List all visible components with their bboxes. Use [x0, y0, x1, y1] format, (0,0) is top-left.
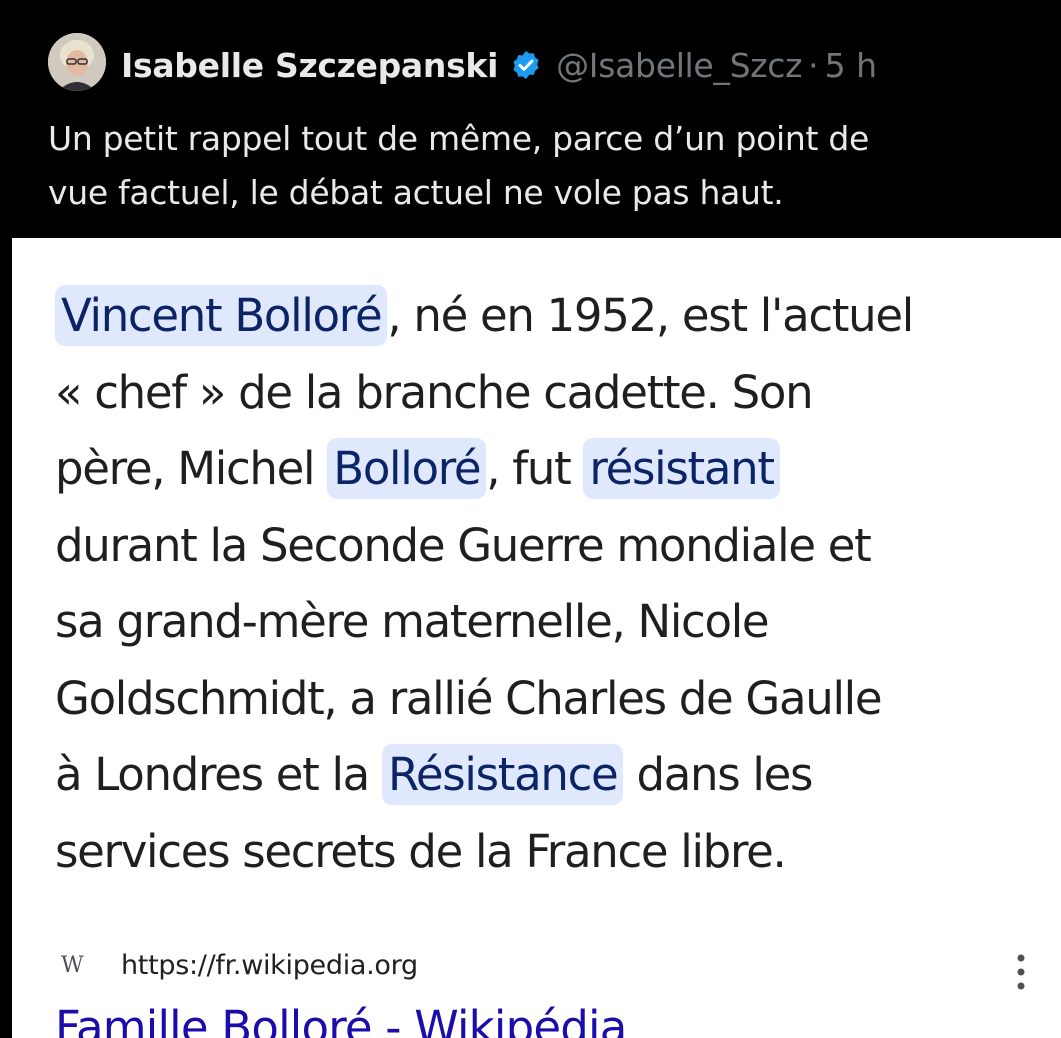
snippet-line: services secrets de la France libre. [55, 824, 787, 878]
tweet-timestamp[interactable]: 5 h [825, 46, 877, 85]
snippet-text: à Londres et la [55, 748, 382, 801]
source-url: https://fr.wikipedia.org [121, 949, 418, 981]
snippet-line: Vincent Bolloré, né en 1952, est l'actue… [55, 278, 1055, 355]
snippet-line: durant la Seconde Guerre mondiale et [55, 518, 872, 572]
more-vertical-icon [1017, 954, 1025, 990]
snippet-text: , fut [486, 442, 584, 495]
search-snippet: Vincent Bolloré, né en 1952, est l'actue… [55, 278, 1055, 890]
tweet-author-row: Isabelle Szczepanski @Isabelle_Szcz · 5 … [121, 40, 877, 90]
avatar[interactable] [48, 33, 106, 91]
separator-dot: · [808, 45, 819, 85]
snippet-text: père, Michel [55, 442, 328, 495]
avatar-image [48, 33, 106, 91]
snippet-line: père, Michel Bolloré, fut résistant [55, 431, 1055, 508]
highlight-term: Vincent Bolloré [55, 285, 388, 346]
snippet-text: , né en 1952, est l'actuel [387, 289, 914, 342]
snippet-line: « chef » de la branche cadette. Son [55, 365, 814, 419]
tweet-text-line: vue factuel, le débat actuel ne vole pas… [48, 173, 784, 212]
highlight-term: résistant [583, 438, 780, 499]
attached-image-card[interactable]: Vincent Bolloré, né en 1952, est l'actue… [12, 238, 1061, 1038]
verified-badge-icon [510, 49, 542, 81]
snippet-text: dans les [623, 748, 813, 801]
highlight-term: Résistance [381, 744, 624, 805]
tweet-text-line: Un petit rappel tout de même, parce d’un… [48, 119, 869, 158]
snippet-line: sa grand-mère maternelle, Nicole [55, 595, 770, 648]
wikipedia-icon: W [61, 952, 84, 978]
tweet: Isabelle Szczepanski @Isabelle_Szcz · 5 … [0, 0, 1061, 238]
result-title-link: Famille Bolloré - Wikipédia [55, 1001, 627, 1038]
source-row: W https://fr.wikipedia.org [61, 944, 418, 986]
author-handle[interactable]: @Isabelle_Szcz [556, 46, 802, 85]
author-name[interactable]: Isabelle Szczepanski [121, 46, 498, 85]
snippet-line: Goldschmidt, a rallié Charles de Gaulle [55, 671, 883, 725]
tweet-text: Un petit rappel tout de même, parce d’un… [48, 112, 1038, 220]
highlight-term: Bolloré [327, 438, 487, 499]
snippet-line: à Londres et la Résistance dans les [55, 737, 1055, 814]
screenshot-page: Isabelle Szczepanski @Isabelle_Szcz · 5 … [0, 0, 1061, 1038]
